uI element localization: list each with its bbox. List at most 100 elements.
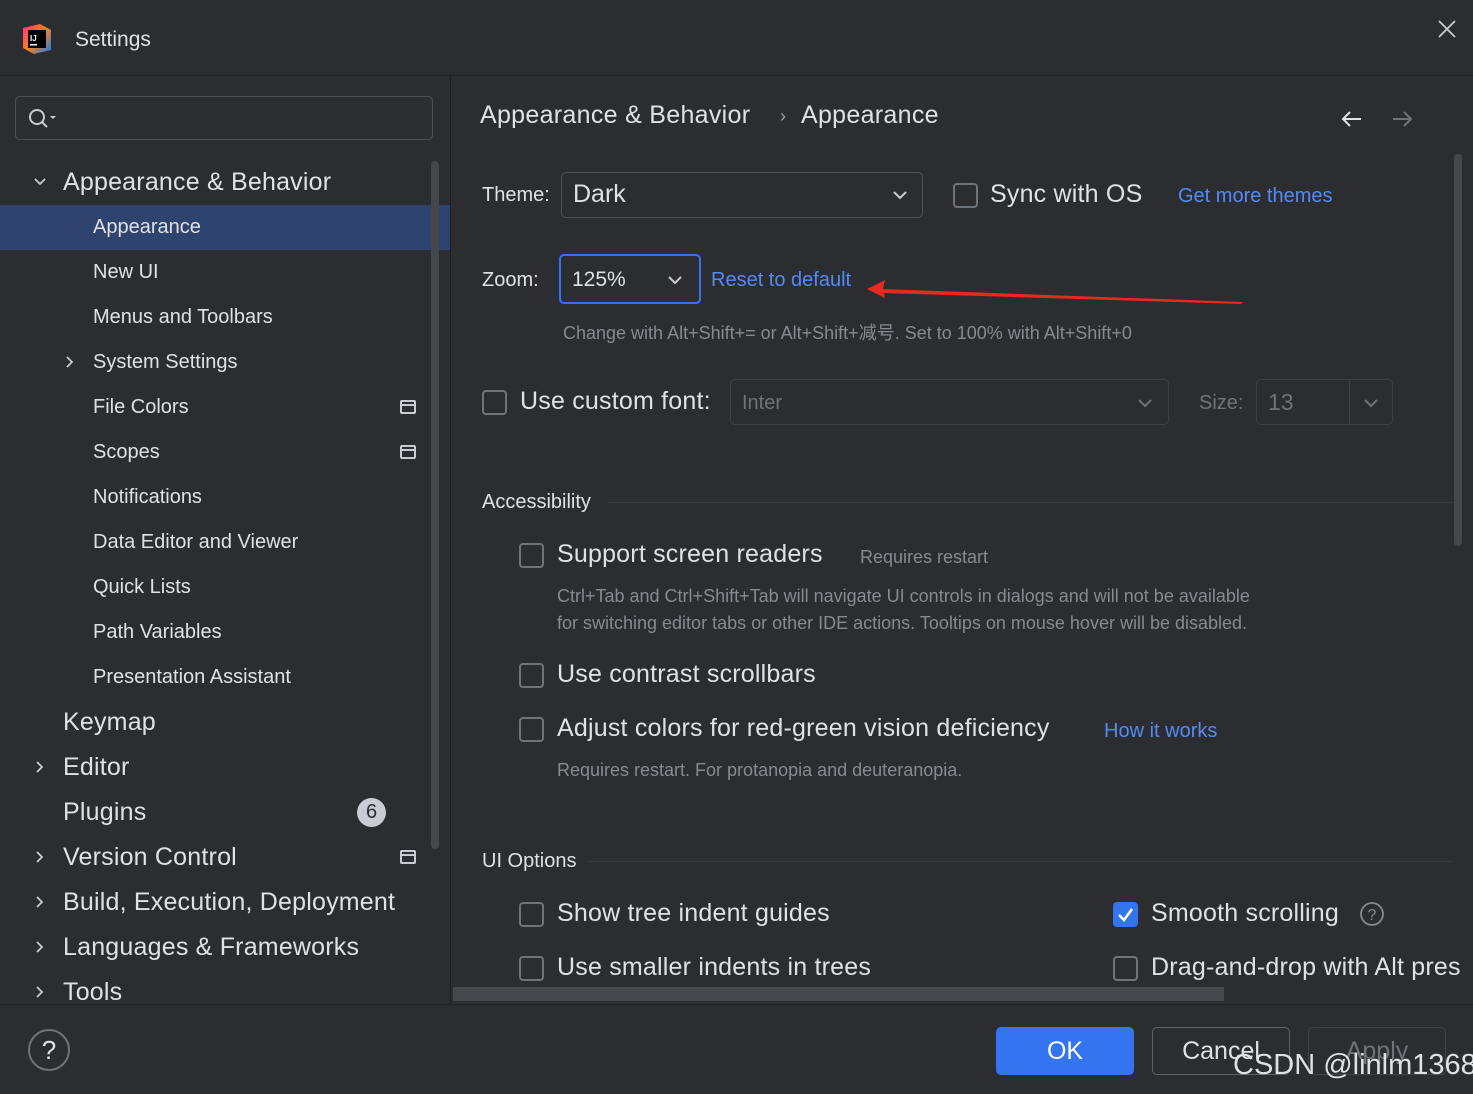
- plugins-update-badge: 6: [357, 798, 386, 827]
- project-level-icon: [400, 850, 416, 864]
- tree-indent-guides-label[interactable]: Show tree indent guides: [557, 899, 830, 928]
- chevron-down-icon: [1364, 399, 1378, 408]
- sidebar-item-label: Tools: [63, 978, 123, 1004]
- sidebar-item-label: Notifications: [93, 486, 202, 508]
- search-icon: [29, 109, 56, 128]
- help-question-icon[interactable]: ?: [1359, 901, 1385, 927]
- chevron-right-icon[interactable]: [33, 895, 47, 909]
- settings-search-box[interactable]: [15, 96, 433, 140]
- breadcrumb-separator: ›: [780, 106, 786, 126]
- sidebar-item-appearance-behavior[interactable]: Appearance & Behavior: [0, 160, 450, 205]
- combo-divider: [1349, 380, 1350, 424]
- ui-options-separator: [587, 861, 1453, 862]
- font-size-value: 13: [1268, 389, 1294, 415]
- color-deficiency-label[interactable]: Adjust colors for red-green vision defic…: [557, 714, 1050, 743]
- sidebar-item-label: Appearance & Behavior: [63, 168, 332, 196]
- sidebar-item-path-variables[interactable]: Path Variables: [0, 610, 450, 655]
- smooth-scrolling-checkbox[interactable]: [1113, 902, 1138, 927]
- drag-drop-alt-checkbox[interactable]: [1113, 956, 1138, 981]
- font-size-label: Size:: [1199, 392, 1244, 414]
- sync-with-os-label[interactable]: Sync with OS: [990, 180, 1142, 209]
- reset-to-default-link[interactable]: Reset to default: [711, 269, 851, 292]
- sidebar-item-label: Plugins: [63, 798, 147, 826]
- sidebar-item-languages-frameworks[interactable]: Languages & Frameworks: [0, 925, 450, 970]
- help-button[interactable]: ?: [28, 1029, 70, 1071]
- smaller-indents-checkbox[interactable]: [519, 956, 544, 981]
- sidebar-item-file-colors[interactable]: File Colors: [0, 385, 450, 430]
- sync-with-os-checkbox[interactable]: [953, 183, 978, 208]
- back-arrow-icon[interactable]: [1339, 106, 1365, 132]
- sidebar-item-tools[interactable]: Tools: [0, 970, 450, 1004]
- close-icon[interactable]: [1436, 18, 1458, 40]
- contrast-scrollbars-checkbox[interactable]: [519, 663, 544, 688]
- zoom-combobox[interactable]: 125%: [559, 254, 701, 304]
- custom-font-combobox[interactable]: Inter: [730, 379, 1169, 425]
- sidebar-item-version-control[interactable]: Version Control: [0, 835, 450, 880]
- custom-font-checkbox[interactable]: [482, 390, 507, 415]
- dialog-footer: ? OK Cancel Apply CSDN @linlm1368: [0, 1004, 1473, 1094]
- contrast-scrollbars-label[interactable]: Use contrast scrollbars: [557, 660, 816, 689]
- breadcrumb-parent[interactable]: Appearance & Behavior: [480, 101, 750, 130]
- sidebar-item-label: Path Variables: [93, 621, 222, 643]
- color-deficiency-checkbox[interactable]: [519, 717, 544, 742]
- chevron-right-icon[interactable]: [33, 940, 47, 954]
- chevron-right-icon[interactable]: [33, 850, 47, 864]
- intellij-logo-icon: IJ: [23, 24, 51, 54]
- drag-drop-alt-label[interactable]: Drag-and-drop with Alt pres: [1151, 953, 1461, 982]
- color-deficiency-hint: Requires restart. For protanopia and deu…: [557, 760, 963, 780]
- sidebar-item-notifications[interactable]: Notifications: [0, 475, 450, 520]
- sidebar-item-scopes[interactable]: Scopes: [0, 430, 450, 475]
- accessibility-separator: [608, 502, 1453, 503]
- settings-sidebar: Appearance & Behavior Appearance New UI Men…: [0, 76, 450, 1004]
- font-size-combobox[interactable]: 13: [1256, 379, 1393, 425]
- how-it-works-link[interactable]: How it works: [1104, 720, 1217, 743]
- chevron-down-icon[interactable]: [33, 175, 47, 189]
- sidebar-item-editor[interactable]: Editor: [0, 745, 450, 790]
- logo-text: IJ: [30, 34, 37, 43]
- sidebar-item-build-execution-deployment[interactable]: Build, Execution, Deployment: [0, 880, 450, 925]
- requires-restart-note: Requires restart: [860, 547, 989, 567]
- screen-readers-label[interactable]: Support screen readers: [557, 540, 823, 569]
- csdn-watermark: CSDN @linlm1368: [1233, 1049, 1473, 1081]
- content-horizontal-scrollbar[interactable]: [453, 987, 1224, 1001]
- smaller-indents-label[interactable]: Use smaller indents in trees: [557, 953, 871, 982]
- sidebar-item-keymap[interactable]: Keymap: [0, 700, 450, 745]
- smooth-scrolling-label[interactable]: Smooth scrolling: [1151, 899, 1339, 928]
- sidebar-item-label: Version Control: [63, 843, 237, 871]
- theme-label: Theme:: [482, 184, 550, 206]
- content-vertical-scrollbar[interactable]: [1454, 154, 1462, 546]
- theme-combobox[interactable]: Dark: [561, 172, 923, 218]
- ui-options-section-title: UI Options: [482, 850, 577, 872]
- settings-content: Appearance & Behavior › Appearance Theme…: [451, 76, 1473, 1004]
- get-more-themes-link[interactable]: Get more themes: [1178, 185, 1333, 208]
- chevron-right-icon[interactable]: [33, 760, 47, 774]
- sidebar-scrollbar[interactable]: [431, 161, 439, 849]
- screen-readers-checkbox[interactable]: [519, 543, 544, 568]
- sidebar-item-system-settings[interactable]: System Settings: [0, 340, 450, 385]
- tree-indent-guides-checkbox[interactable]: [519, 902, 544, 927]
- custom-font-label[interactable]: Use custom font:: [520, 387, 711, 416]
- sidebar-item-label: Languages & Frameworks: [63, 933, 360, 961]
- chevron-right-icon[interactable]: [63, 355, 77, 369]
- sidebar-item-label: New UI: [93, 261, 159, 283]
- sidebar-item-quick-lists[interactable]: Quick Lists: [0, 565, 450, 610]
- ok-button[interactable]: OK: [996, 1027, 1134, 1075]
- project-level-icon: [400, 400, 416, 414]
- sidebar-item-label: Quick Lists: [93, 576, 191, 598]
- sidebar-item-new-ui[interactable]: New UI: [0, 250, 450, 295]
- chevron-right-icon[interactable]: [33, 985, 47, 999]
- sidebar-item-label: File Colors: [93, 396, 189, 418]
- sidebar-item-label: Menus and Toolbars: [93, 306, 273, 328]
- sidebar-item-presentation-assistant[interactable]: Presentation Assistant: [0, 655, 450, 700]
- forward-arrow-icon[interactable]: [1389, 106, 1415, 132]
- zoom-hint: Change with Alt+Shift+= or Alt+Shift+减号.…: [563, 323, 1132, 343]
- chevron-down-icon: [668, 276, 682, 285]
- sidebar-item-appearance[interactable]: Appearance: [0, 205, 450, 250]
- sidebar-item-data-editor-and-viewer[interactable]: Data Editor and Viewer: [0, 520, 450, 565]
- sidebar-item-menus-and-toolbars[interactable]: Menus and Toolbars: [0, 295, 450, 340]
- sidebar-item-label: Presentation Assistant: [93, 666, 291, 688]
- settings-search-input[interactable]: [66, 103, 430, 135]
- screen-readers-hint-line1: Ctrl+Tab and Ctrl+Shift+Tab will navigat…: [557, 586, 1250, 606]
- title-bar: IJ Settings: [0, 0, 1473, 76]
- sidebar-item-plugins[interactable]: Plugins 6: [0, 790, 450, 835]
